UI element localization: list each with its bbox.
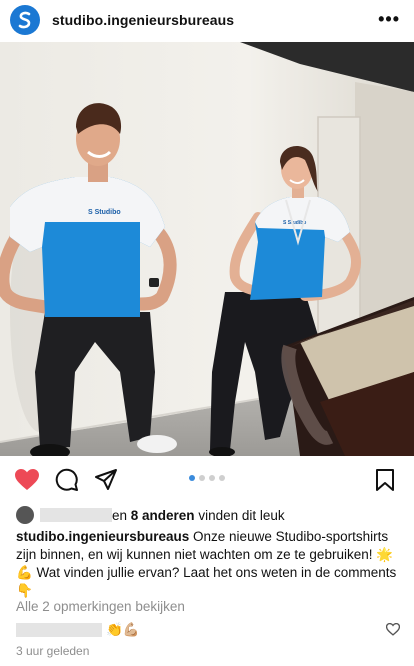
post-photo[interactable]: S Studibo S Studibo (0, 42, 414, 456)
svg-text:S Studibo: S Studibo (88, 209, 121, 216)
carousel-dot (199, 475, 205, 481)
studibo-logo-icon (18, 11, 31, 29)
small-heart-icon[interactable] (386, 623, 400, 636)
more-icon[interactable]: ••• (378, 9, 400, 30)
caption-username[interactable]: studibo.ingenieursbureaus (16, 529, 189, 544)
comment-preview: 👏💪🏼 (16, 621, 404, 639)
post-username[interactable]: studibo.ingenieursbureaus (52, 12, 234, 28)
profile-avatar[interactable] (10, 5, 40, 35)
redacted-commenter (16, 623, 102, 637)
likes-summary: en 8 anderen vinden dit leuk (16, 506, 404, 524)
post-image: S Studibo S Studibo (0, 42, 414, 456)
liker-avatar[interactable] (16, 506, 34, 524)
view-all-comments-link[interactable]: Alle 2 opmerkingen bekijken (16, 599, 185, 614)
carousel-dot (189, 475, 195, 481)
likes-and-text: en (112, 507, 131, 523)
redacted-username (40, 508, 112, 522)
likes-suffix: vinden dit leuk (194, 507, 285, 523)
comment-text: 👏💪🏼 (106, 622, 140, 637)
carousel-indicator (0, 475, 414, 481)
post-timestamp: 3 uur geleden (16, 644, 90, 658)
carousel-dot (209, 475, 215, 481)
carousel-dot (219, 475, 225, 481)
post-actions (0, 468, 414, 498)
post-caption: studibo.ingenieursbureaus Onze nieuwe St… (16, 528, 400, 600)
post-header: studibo.ingenieursbureaus ••• (0, 0, 414, 40)
likes-count[interactable]: 8 anderen (131, 508, 195, 523)
